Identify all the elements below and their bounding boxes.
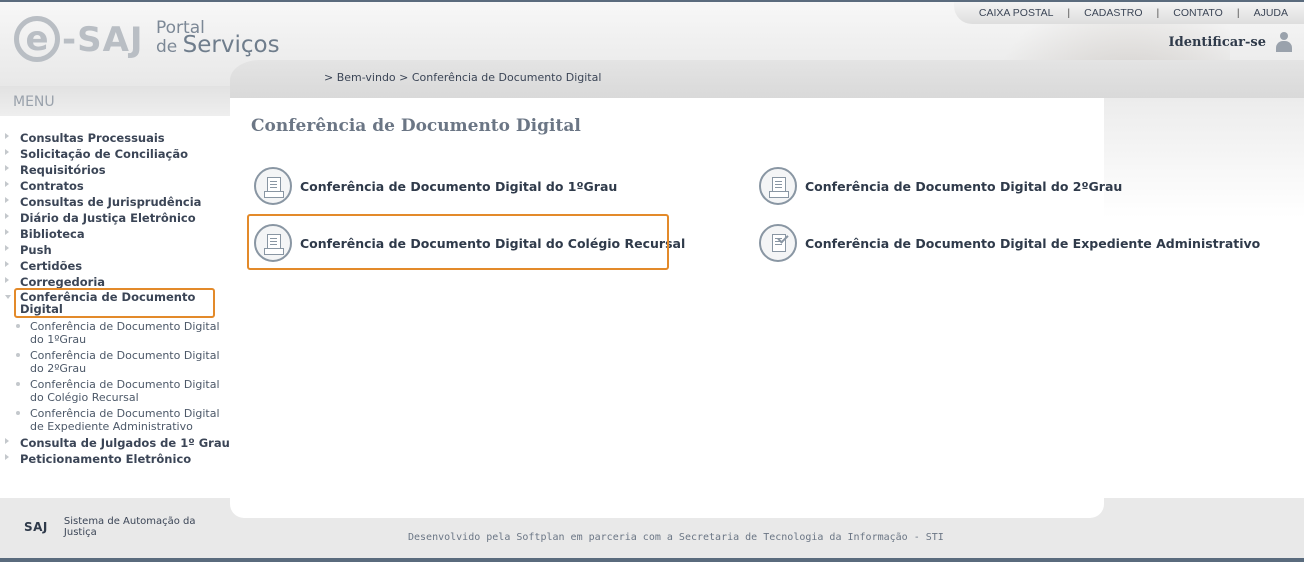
document-certificate-icon xyxy=(759,167,797,205)
menu-item-solicitacao-conciliacao[interactable]: Solicitação de Conciliação xyxy=(0,146,234,162)
top-links: CAIXA POSTAL | CADASTRO | CONTATO | AJUD… xyxy=(954,2,1304,24)
login-label: Identificar-se xyxy=(1168,34,1266,50)
footer-credit: Desenvolvido pela Softplan em parceria c… xyxy=(408,532,944,543)
option-2grau[interactable]: Conferência de Documento Digital do 2ºGr… xyxy=(759,167,1122,205)
option-expediente-administrativo[interactable]: Conferência de Documento Digital de Expe… xyxy=(759,224,1260,262)
top-separator: | xyxy=(1236,7,1240,19)
menu-list-continued: Consulta de Julgados de 1º Grau Peticion… xyxy=(0,435,234,467)
option-expediente-administrativo-label: Conferência de Documento Digital de Expe… xyxy=(805,235,1261,251)
cadastro-link[interactable]: CADASTRO xyxy=(1084,7,1142,19)
footer-saj: SAJ Sistema de Automação da Justiça xyxy=(24,516,224,538)
menu-item-consulta-julgados[interactable]: Consulta de Julgados de 1º Grau xyxy=(0,435,234,451)
option-2grau-label: Conferência de Documento Digital do 2ºGr… xyxy=(805,178,1123,194)
document-certificate-icon xyxy=(254,167,292,205)
option-1grau-label: Conferência de Documento Digital do 1ºGr… xyxy=(300,178,618,194)
option-1grau[interactable]: Conferência de Documento Digital do 1ºGr… xyxy=(254,167,617,205)
menu-item-peticionamento-eletronico[interactable]: Peticionamento Eletrônico xyxy=(0,451,234,467)
menu-item-consultas-processuais[interactable]: Consultas Processuais xyxy=(0,130,234,146)
submenu-list: Conferência de Documento Digital do 1ºGr… xyxy=(0,320,234,436)
menu-title: MENU xyxy=(0,86,230,116)
esaj-logo[interactable]: e -SAJ Portal de Serviços xyxy=(14,16,294,62)
menu-item-consultas-jurisprudencia[interactable]: Consultas de Jurisprudência xyxy=(0,194,234,210)
menu-item-diario-justica[interactable]: Diário da Justiça Eletrônico xyxy=(0,210,234,226)
contato-link[interactable]: CONTATO xyxy=(1173,7,1223,19)
ajuda-link[interactable]: AJUDA xyxy=(1254,7,1288,19)
submenu-item-colegio-recursal[interactable]: Conferência de Documento Digital do Colé… xyxy=(0,378,234,407)
menu-item-biblioteca[interactable]: Biblioteca xyxy=(0,226,234,242)
bottom-bar xyxy=(0,558,1304,562)
top-separator: | xyxy=(1067,7,1071,19)
user-icon xyxy=(1276,32,1292,52)
main-content xyxy=(230,98,1104,518)
logo-portal-servicos: Serviços xyxy=(182,32,280,58)
logo-portal-de: de xyxy=(156,37,178,57)
saj-description: Sistema de Automação da Justiça xyxy=(63,516,196,538)
content-right-panel xyxy=(1104,98,1304,498)
caixa-postal-link[interactable]: CAIXA POSTAL xyxy=(979,7,1054,19)
top-separator: | xyxy=(1156,7,1160,19)
page-title: Conferência de Documento Digital xyxy=(251,116,581,136)
option-highlight-box xyxy=(247,214,669,270)
submenu-item-expediente-administrativo[interactable]: Conferência de Documento Digital de Expe… xyxy=(0,407,234,436)
menu-item-certidoes[interactable]: Certidões xyxy=(0,258,234,274)
logo-portal: Portal de Serviços xyxy=(156,20,280,58)
logo-e: e xyxy=(14,16,60,62)
breadcrumb: > Bem-vindo > Conferência de Documento D… xyxy=(324,71,602,84)
login-link[interactable]: Identificar-se xyxy=(1169,32,1292,52)
menu-item-requisitorios[interactable]: Requisitórios xyxy=(0,162,234,178)
saj-mini-logo: SAJ xyxy=(24,520,48,534)
menu-item-contratos[interactable]: Contratos xyxy=(0,178,234,194)
logo-saj: -SAJ xyxy=(62,20,144,60)
sidebar-highlight-box xyxy=(14,288,215,318)
submenu-item-2grau[interactable]: Conferência de Documento Digital do 2ºGr… xyxy=(0,349,234,378)
menu-item-push[interactable]: Push xyxy=(0,242,234,258)
document-check-icon xyxy=(759,224,797,262)
submenu-item-1grau[interactable]: Conferência de Documento Digital do 1ºGr… xyxy=(0,320,234,349)
